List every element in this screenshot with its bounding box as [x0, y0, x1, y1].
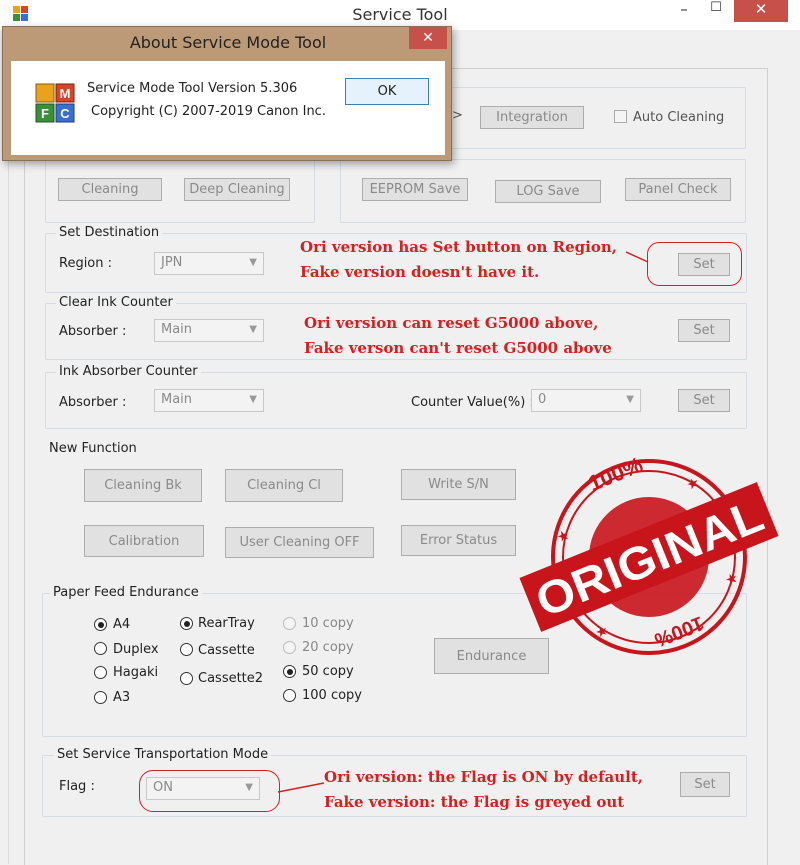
ink-absorber-counter-label: Ink Absorber Counter — [56, 364, 201, 379]
annotation-oval-region — [647, 242, 742, 286]
chevron-down-icon: ▼ — [249, 257, 257, 268]
about-copyright: Copyright (C) 2007-2019 Canon Inc. — [91, 104, 326, 119]
stamp-top-text: 100% — [585, 452, 647, 496]
radio-a4-label: A4 — [113, 617, 131, 632]
clear-ink-set-button[interactable]: Set — [678, 319, 730, 342]
logo-letter-f: F — [41, 106, 49, 121]
counter-value-select[interactable]: 0 ▼ — [531, 389, 641, 412]
star-icon: ★ — [555, 527, 573, 547]
paper-feed-label: Paper Feed Endurance — [50, 585, 202, 600]
chevron-down-icon: ▼ — [626, 394, 634, 405]
set-destination-label: Set Destination — [56, 225, 163, 240]
radio-a3[interactable] — [94, 691, 107, 704]
radio-20-copy-label: 20 copy — [302, 640, 354, 655]
radio-cassette2-label: Cassette2 — [198, 671, 264, 686]
about-product-line: Service Mode Tool Version 5.306 — [87, 81, 298, 96]
radio-50-copy-label: 50 copy — [302, 664, 354, 679]
chevron-down-icon: ▼ — [249, 324, 257, 335]
annotation-flag-line1: Ori version: the Flag is ON by default, — [324, 768, 643, 786]
radio-100-copy[interactable] — [283, 689, 296, 702]
radio-cassette2[interactable] — [180, 672, 193, 685]
new-function-label: New Function — [49, 441, 137, 456]
radio-cassette[interactable] — [180, 643, 193, 656]
annotation-counter-line2: Fake verson can't reset G5000 above — [304, 339, 612, 357]
annotation-region-line1: Ori version has Set button on Region, — [300, 238, 617, 256]
clear-absorber-select[interactable]: Main ▼ — [154, 319, 264, 342]
minimize-button[interactable]: – — [670, 0, 698, 22]
radio-50-copy[interactable] — [283, 665, 296, 678]
radio-hagaki-label: Hagaki — [113, 665, 159, 680]
counter-value: 0 — [538, 392, 547, 407]
write-sn-button[interactable]: Write S/N — [401, 469, 516, 500]
radio-duplex-label: Duplex — [113, 642, 159, 657]
radio-10-copy-label: 10 copy — [302, 616, 354, 631]
annotation-connector — [277, 782, 325, 793]
radio-reartray-label: RearTray — [198, 616, 255, 631]
deep-cleaning-button[interactable]: Deep Cleaning — [184, 178, 290, 201]
auto-cleaning-checkbox[interactable] — [614, 110, 627, 123]
region-label: Region : — [59, 256, 113, 271]
log-save-button[interactable]: LOG Save — [495, 180, 601, 203]
radio-reartray[interactable] — [180, 617, 193, 630]
ok-button[interactable]: OK — [345, 78, 429, 105]
star-icon: ★ — [723, 570, 741, 590]
radio-duplex[interactable] — [94, 642, 107, 655]
auto-cleaning-label: Auto Cleaning — [633, 110, 725, 125]
radio-20-copy[interactable] — [283, 641, 296, 654]
about-dialog-title: About Service Mode Tool — [129, 33, 327, 52]
absorber-value: Main — [161, 392, 193, 407]
clear-absorber-value: Main — [161, 322, 193, 337]
clear-ink-counter-label: Clear Ink Counter — [56, 295, 176, 310]
about-dialog-body: M F C Service Mode Tool Version 5.306 Co… — [11, 61, 445, 155]
original-stamp: 100% ORIGINAL 100% ★ ★ ★ ★ — [519, 452, 779, 655]
radio-hagaki[interactable] — [94, 666, 107, 679]
annotation-flag-line2: Fake version: the Flag is greyed out — [324, 793, 625, 811]
user-cleaning-off-button[interactable]: User Cleaning OFF — [225, 527, 374, 558]
cleaning-button[interactable]: Cleaning — [58, 178, 162, 201]
error-status-button[interactable]: Error Status — [401, 525, 516, 556]
flag-set-button[interactable]: Set — [680, 772, 730, 797]
radio-10-copy[interactable] — [283, 617, 296, 630]
logo-letter-c: C — [60, 106, 70, 121]
eeprom-save-button[interactable]: EEPROM Save — [362, 178, 468, 201]
radio-cassette-label: Cassette — [198, 643, 255, 658]
partial-arrow: > — [452, 108, 463, 123]
calibration-button[interactable]: Calibration — [84, 525, 204, 557]
ink-absorber-set-button[interactable]: Set — [678, 389, 730, 412]
absorber-select[interactable]: Main ▼ — [154, 389, 264, 412]
absorber-label: Absorber : — [59, 395, 127, 410]
clear-absorber-label: Absorber : — [59, 324, 127, 339]
transport-mode-label: Set Service Transportation Mode — [54, 747, 272, 762]
cleaning-cl-button[interactable]: Cleaning Cl — [225, 469, 343, 502]
integration-button[interactable]: Integration — [480, 106, 584, 129]
radio-a4[interactable] — [94, 618, 107, 631]
annotation-connector — [625, 251, 649, 263]
flag-label: Flag : — [59, 779, 95, 794]
logo-letter-m: M — [60, 86, 71, 101]
stamp-bottom-text: 100% — [651, 611, 707, 651]
chevron-down-icon: ▼ — [249, 394, 257, 405]
annotation-region-line2: Fake version doesn't have it. — [300, 263, 540, 281]
panel-check-button[interactable]: Panel Check — [625, 178, 731, 201]
service-tool-logo-icon: M F C — [35, 83, 75, 123]
window-close-button[interactable]: ✕ — [734, 0, 788, 22]
about-dialog: About Service Mode Tool ✕ M F C Service … — [2, 26, 452, 161]
annotation-counter-line1: Ori version can reset G5000 above, — [304, 314, 599, 332]
region-select[interactable]: JPN ▼ — [154, 252, 264, 275]
region-value: JPN — [161, 255, 183, 270]
radio-100-copy-label: 100 copy — [302, 688, 362, 703]
maximize-button[interactable]: ☐ — [702, 0, 730, 22]
annotation-oval-flag — [139, 770, 280, 812]
cleaning-bk-button[interactable]: Cleaning Bk — [84, 469, 202, 502]
ink-absorber-counter-group — [45, 372, 747, 429]
radio-a3-label: A3 — [113, 690, 131, 705]
about-dialog-close-button[interactable]: ✕ — [409, 27, 447, 49]
counter-value-label: Counter Value(%) : — [411, 395, 534, 410]
